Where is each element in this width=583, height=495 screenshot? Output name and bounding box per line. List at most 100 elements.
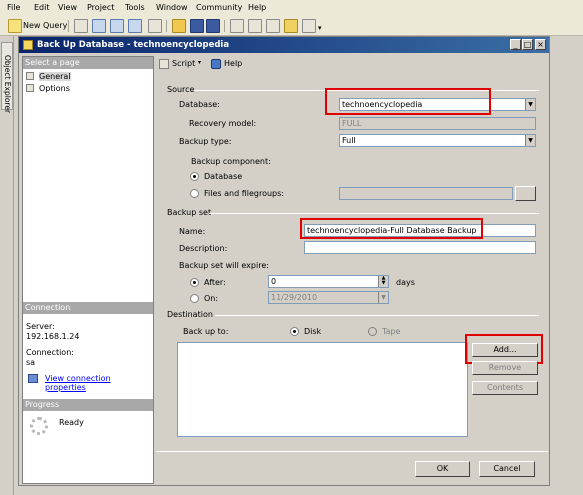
database-engine-query-icon[interactable] [74, 19, 88, 33]
backup-to-label: Back up to: [183, 327, 229, 336]
close-button[interactable]: × [535, 39, 546, 50]
page-icon [26, 84, 34, 92]
backup-type-label: Backup type: [179, 137, 232, 146]
toolbox-icon[interactable] [302, 19, 316, 33]
menu-edit[interactable]: Edit [34, 3, 50, 12]
help-button[interactable]: Help [224, 59, 242, 68]
chevron-down-icon: ▼ [378, 292, 388, 303]
script-button[interactable]: Script [172, 59, 195, 68]
new-query-button[interactable]: New Query [23, 21, 67, 35]
filegroups-field [339, 187, 513, 200]
cancel-button[interactable]: Cancel [479, 461, 535, 477]
database-label: Database: [179, 100, 220, 109]
connection-properties-icon [28, 374, 38, 383]
days-label: days [396, 278, 415, 287]
ok-button[interactable]: OK [415, 461, 470, 477]
analysis-query-icon[interactable] [92, 19, 106, 33]
dialog-titlebar[interactable]: Back Up Database - technoencyclopedia _ … [19, 37, 549, 53]
tape-label: Tape [382, 327, 401, 336]
page-general[interactable]: General [39, 72, 71, 81]
source-section-label: Source [167, 85, 195, 94]
menu-window[interactable]: Window [156, 3, 188, 12]
toolbar-separator [166, 20, 167, 32]
menu-file[interactable]: File [7, 3, 20, 12]
backup-type-dropdown[interactable]: Full ▼ [339, 134, 536, 147]
properties-icon[interactable] [284, 19, 298, 33]
recovery-model-field: FULL [339, 117, 536, 130]
backup-database-dialog: Back Up Database - technoencyclopedia _ … [18, 36, 550, 486]
spinner-arrows-icon[interactable]: ▲ ▼ [378, 276, 388, 287]
view-connection-properties-link[interactable]: View connection properties [45, 374, 153, 392]
server-value: 192.168.1.24 [26, 332, 80, 341]
component-files-radio[interactable] [190, 189, 199, 198]
script-dropdown-icon[interactable]: ▾ [198, 59, 201, 66]
menu-view[interactable]: View [58, 3, 77, 12]
toolbar-separator [224, 20, 225, 32]
server-label: Server: [26, 322, 55, 331]
maximize-button[interactable]: □ [522, 39, 533, 50]
component-database-label: Database [204, 172, 243, 181]
filegroups-browse-button [515, 186, 536, 201]
expire-on-radio[interactable] [190, 294, 199, 303]
destination-list[interactable] [177, 342, 468, 437]
after-days-value: 0 [271, 277, 277, 286]
bottom-divider [156, 451, 548, 452]
after-days-spinner[interactable]: 0 ▲ ▼ [268, 275, 389, 288]
highlight-database [325, 88, 491, 115]
left-pane: Select a page General Options Connection… [22, 56, 154, 484]
main-toolbar: New Query ▾ [0, 16, 583, 36]
description-input[interactable] [304, 241, 536, 254]
page-options[interactable]: Options [39, 84, 70, 93]
save-icon[interactable] [190, 19, 204, 33]
menu-help[interactable]: Help [248, 3, 266, 12]
after-label: After: [204, 278, 226, 287]
recovery-model-value: FULL [342, 119, 362, 128]
dialog-toolbar: Script ▾ Help [156, 56, 548, 72]
on-date-value: 11/29/2010 [271, 293, 318, 302]
database-icon [23, 40, 33, 50]
dmx-query-icon[interactable] [128, 19, 142, 33]
help-icon [211, 59, 221, 69]
page-icon [26, 72, 34, 80]
name-label: Name: [179, 227, 206, 236]
highlight-add [465, 334, 543, 364]
connection-label: Connection: [26, 348, 74, 357]
menu-tools[interactable]: Tools [125, 3, 145, 12]
description-label: Description: [179, 244, 228, 253]
chevron-down-icon[interactable]: ▼ [525, 135, 535, 146]
backup-set-section-label: Backup set [167, 208, 212, 217]
progress-spinner-icon [30, 417, 48, 435]
expire-after-radio[interactable] [190, 278, 199, 287]
template-explorer-icon[interactable] [266, 19, 280, 33]
minimize-button[interactable]: _ [510, 39, 521, 50]
select-page-header: Select a page [23, 57, 153, 69]
chevron-down-icon[interactable]: ▼ [525, 99, 535, 110]
destination-section-label: Destination [167, 310, 213, 319]
expire-label: Backup set will expire: [179, 261, 269, 270]
mdx-query-icon[interactable] [110, 19, 124, 33]
menu-community[interactable]: Community [196, 3, 242, 12]
backup-component-label: Backup component: [191, 157, 271, 166]
object-explorer-icon[interactable] [248, 19, 262, 33]
object-explorer-label: Object Explorer [3, 55, 12, 114]
backup-set-divider [209, 213, 539, 214]
menu-project[interactable]: Project [87, 3, 114, 12]
highlight-name [300, 218, 483, 239]
component-files-label: Files and filegroups: [204, 189, 284, 198]
toolbar-separator [68, 20, 69, 32]
on-label: On: [204, 294, 219, 303]
on-date-picker: 11/29/2010 ▼ [268, 291, 389, 304]
recovery-model-label: Recovery model: [189, 119, 257, 128]
component-database-radio[interactable] [190, 172, 199, 181]
remove-button: Remove [472, 361, 538, 375]
open-folder-icon[interactable] [172, 19, 186, 33]
registered-servers-icon[interactable] [230, 19, 244, 33]
save-all-icon[interactable] [206, 19, 220, 33]
disk-radio[interactable] [290, 327, 299, 336]
dialog-title: Back Up Database - technoencyclopedia [37, 40, 230, 50]
xmla-query-icon[interactable] [148, 19, 162, 33]
tape-radio [368, 327, 377, 336]
script-icon [159, 59, 169, 69]
object-explorer-tab[interactable]: Object Explorer [1, 42, 13, 114]
backup-type-value: Full [342, 136, 356, 145]
